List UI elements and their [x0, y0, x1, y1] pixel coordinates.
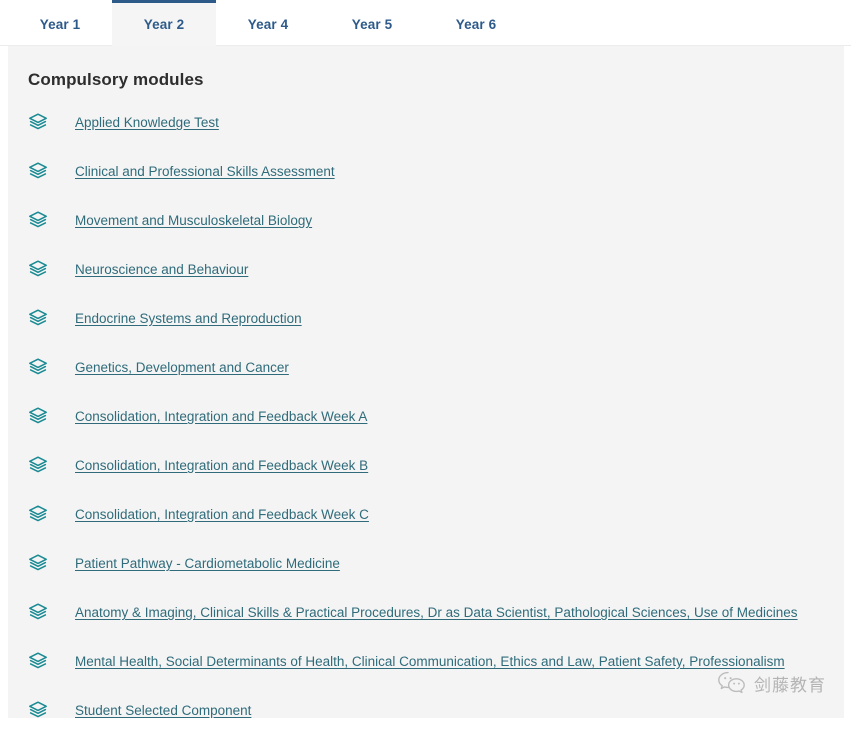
list-item: Mental Health, Social Determinants of He… [28, 649, 824, 677]
list-item: Consolidation, Integration and Feedback … [28, 502, 824, 530]
tab-year-1[interactable]: Year 1 [8, 0, 112, 46]
layers-icon [28, 553, 48, 573]
module-link[interactable]: Genetics, Development and Cancer [75, 360, 289, 375]
tab-year-5[interactable]: Year 5 [320, 0, 424, 46]
year-tab-bar: Year 1 Year 2 Year 4 Year 5 Year 6 [0, 0, 851, 46]
list-item: Patient Pathway - Cardiometabolic Medici… [28, 551, 824, 579]
layers-icon [28, 308, 48, 328]
tab-label: Year 2 [143, 17, 185, 32]
tab-year-6[interactable]: Year 6 [424, 0, 528, 46]
tab-label: Year 6 [455, 17, 497, 32]
layers-icon [28, 112, 48, 132]
layers-icon [28, 700, 48, 718]
list-item: Clinical and Professional Skills Assessm… [28, 159, 824, 187]
module-link[interactable]: Student Selected Component [75, 703, 251, 718]
layers-icon [28, 504, 48, 524]
layers-icon [28, 455, 48, 475]
module-link[interactable]: Mental Health, Social Determinants of He… [75, 654, 785, 669]
list-item: Genetics, Development and Cancer [28, 355, 824, 383]
layers-icon [28, 259, 48, 279]
module-link[interactable]: Consolidation, Integration and Feedback … [75, 458, 368, 473]
layers-icon [28, 651, 48, 671]
list-item: Consolidation, Integration and Feedback … [28, 404, 824, 432]
module-link[interactable]: Movement and Musculoskeletal Biology [75, 213, 312, 228]
module-link[interactable]: Consolidation, Integration and Feedback … [75, 507, 369, 522]
module-link[interactable]: Clinical and Professional Skills Assessm… [75, 164, 335, 179]
compulsory-modules-panel: Compulsory modules Applied Knowledge Tes… [8, 46, 844, 718]
layers-icon [28, 406, 48, 426]
layers-icon [28, 357, 48, 377]
layers-icon [28, 602, 48, 622]
list-item: Consolidation, Integration and Feedback … [28, 453, 824, 481]
module-link[interactable]: Endocrine Systems and Reproduction [75, 311, 302, 326]
page-title: Compulsory modules [28, 70, 204, 89]
tab-year-4[interactable]: Year 4 [216, 0, 320, 46]
list-item: Applied Knowledge Test [28, 110, 824, 138]
module-link[interactable]: Neuroscience and Behaviour [75, 262, 248, 277]
module-link[interactable]: Consolidation, Integration and Feedback … [75, 409, 367, 424]
layers-icon [28, 161, 48, 181]
tab-label: Year 1 [39, 17, 81, 32]
list-item: Student Selected Component [28, 698, 824, 718]
module-link[interactable]: Anatomy & Imaging, Clinical Skills & Pra… [75, 605, 798, 620]
tab-year-2[interactable]: Year 2 [112, 0, 216, 46]
layers-icon [28, 210, 48, 230]
module-link[interactable]: Patient Pathway - Cardiometabolic Medici… [75, 556, 340, 571]
list-item: Endocrine Systems and Reproduction [28, 306, 824, 334]
list-item: Movement and Musculoskeletal Biology [28, 208, 824, 236]
tab-label: Year 4 [247, 17, 289, 32]
module-list: Applied Knowledge Test Clinical and Prof… [28, 110, 824, 718]
list-item: Anatomy & Imaging, Clinical Skills & Pra… [28, 600, 824, 628]
tab-label: Year 5 [351, 17, 393, 32]
list-item: Neuroscience and Behaviour [28, 257, 824, 285]
module-link[interactable]: Applied Knowledge Test [75, 115, 219, 130]
